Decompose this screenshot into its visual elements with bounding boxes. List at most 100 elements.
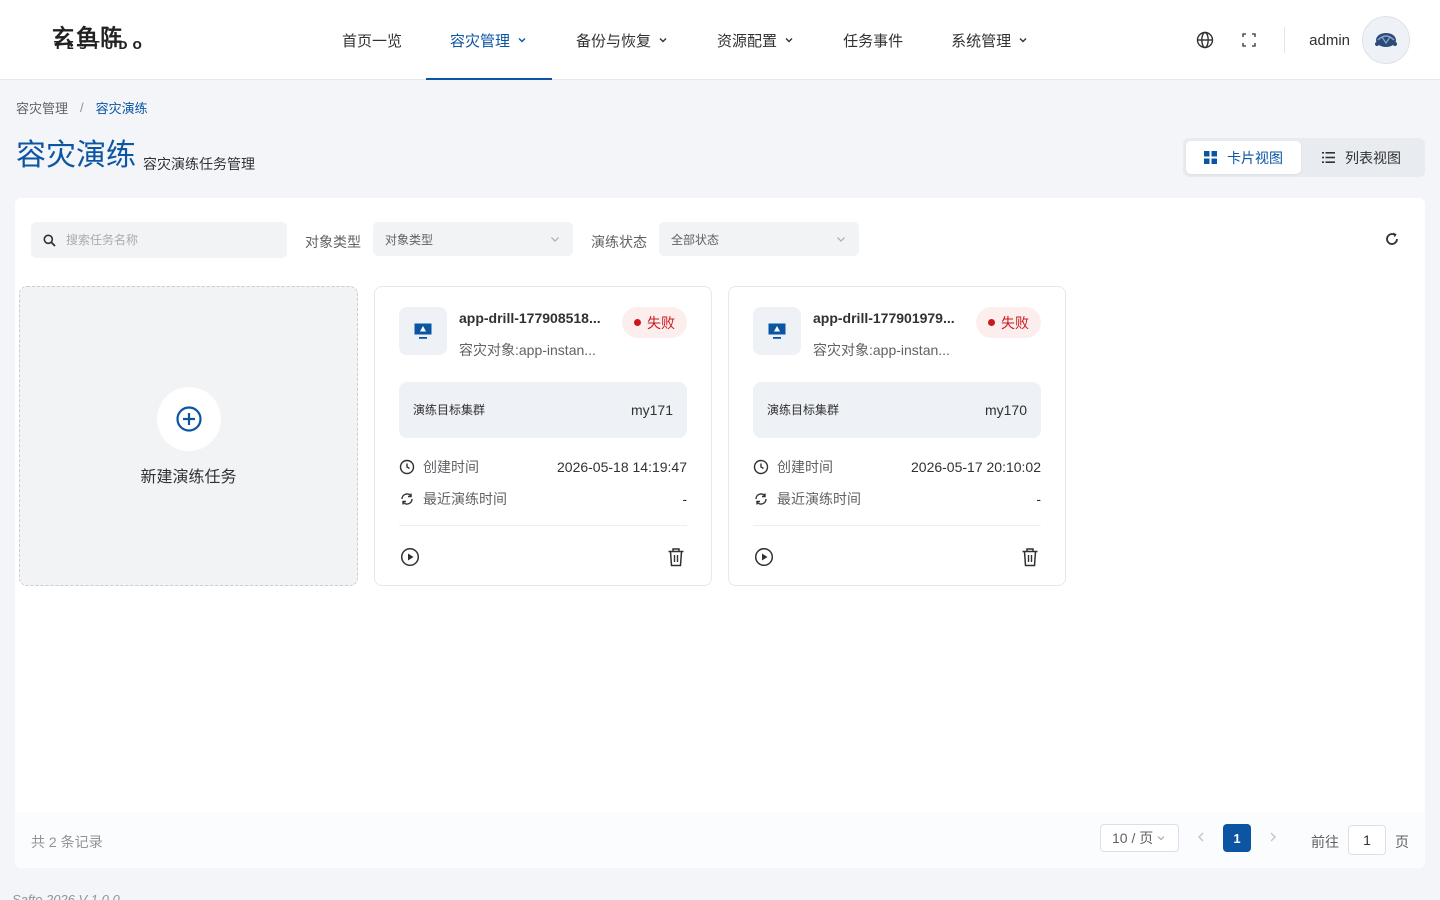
page-size-select[interactable]: 10 / 页 — [1100, 824, 1179, 852]
goto-suffix: 页 — [1395, 834, 1409, 850]
next-page-icon[interactable] — [1267, 830, 1279, 844]
globe-icon[interactable] — [1194, 29, 1216, 51]
chevron-down-icon — [1019, 38, 1027, 43]
search-box[interactable] — [31, 222, 287, 258]
avatar[interactable] — [1362, 16, 1410, 64]
target-value: app-instan... — [518, 342, 596, 358]
view-switch: 卡片视图 列表视图 — [1183, 138, 1425, 177]
created-value: 2026-05-18 14:19:47 — [557, 459, 687, 475]
goto-prefix: 前往 — [1311, 834, 1339, 850]
chevron-down-icon — [837, 237, 845, 242]
cluster-value: my170 — [984, 402, 1027, 418]
task-card[interactable]: app-drill-177908518... 容灾对象:app-instan..… — [374, 286, 712, 586]
chevron-down-icon — [1157, 836, 1165, 841]
new-task-label: 新建演练任务 — [140, 469, 237, 486]
search-input[interactable] — [66, 233, 266, 247]
cluster-box: 演练目标集群 my170 — [753, 382, 1041, 438]
drill-status-select[interactable]: 全部状态 — [659, 222, 859, 256]
nav-item-label: 资源配置 — [717, 32, 778, 50]
nav-item-label: 系统管理 — [951, 32, 1012, 50]
card-view-label: 卡片视图 — [1227, 149, 1283, 166]
sync-icon — [401, 493, 413, 505]
last-drill-value: - — [1036, 491, 1041, 507]
object-type-select[interactable]: 对象类型 — [373, 222, 573, 256]
task-name[interactable]: app-drill-177908518... — [459, 310, 609, 326]
cluster-label: 演练目标集群 — [413, 403, 486, 417]
trash-icon — [1022, 548, 1038, 567]
cluster-box: 演练目标集群 my171 — [399, 382, 687, 438]
page-number-current[interactable]: 1 — [1223, 824, 1251, 852]
run-drill-button[interactable] — [400, 547, 420, 567]
cluster-value: my171 — [630, 402, 673, 418]
created-label: 创建时间 — [423, 459, 479, 475]
username[interactable]: admin — [1309, 32, 1350, 49]
run-drill-button[interactable] — [754, 547, 774, 567]
nav-item-resource-config[interactable]: 资源配置 — [693, 0, 819, 80]
prev-page-icon[interactable] — [1195, 830, 1207, 844]
created-value: 2026-05-17 20:10:02 — [911, 459, 1041, 475]
task-target: 容灾对象:app-instan... — [459, 340, 614, 360]
main-panel: 对象类型 对象类型 演练状态 全部状态 新建演练任务 app-drill-177… — [15, 198, 1425, 868]
play-circle-icon — [400, 547, 420, 567]
status-text: 失败 — [647, 314, 675, 331]
list-view-label: 列表视图 — [1345, 149, 1401, 166]
task-name[interactable]: app-drill-177901979... — [813, 310, 963, 326]
breadcrumb: 容灾管理 / 容灾演练 — [16, 98, 148, 117]
total-records: 共 2 条记录 — [31, 834, 103, 850]
nav-item-disaster-recovery[interactable]: 容灾管理 — [426, 0, 553, 80]
fullscreen-icon[interactable] — [1238, 29, 1260, 51]
last-drill-row: 最近演练时间 - — [753, 489, 1041, 509]
target-label: 容灾对象: — [459, 342, 519, 358]
object-type-value: 对象类型 — [385, 232, 434, 247]
status-dot — [634, 319, 641, 326]
nav-item-home[interactable]: 首页一览 — [318, 0, 426, 80]
target-value: app-instan... — [872, 342, 950, 358]
nav-item-backup-restore[interactable]: 备份与恢复 — [552, 0, 693, 80]
last-drill-label: 最近演练时间 — [423, 491, 507, 507]
sync-icon — [755, 493, 767, 505]
delete-button[interactable] — [666, 547, 686, 567]
status-badge: 失败 — [976, 307, 1041, 338]
last-drill-label: 最近演练时间 — [777, 491, 861, 507]
grid-icon — [1204, 151, 1217, 164]
card-view-button[interactable]: 卡片视图 — [1186, 141, 1301, 174]
cluster-label: 演练目标集群 — [767, 403, 840, 417]
status-dot — [988, 319, 995, 326]
logo[interactable]: 玄鱼阵 TESTUDO — [52, 26, 172, 54]
target-label: 容灾对象: — [813, 342, 873, 358]
task-target: 容灾对象:app-instan... — [813, 340, 968, 360]
card-divider — [399, 525, 687, 526]
object-type-label: 对象类型 — [305, 234, 361, 250]
clock-icon — [753, 459, 769, 475]
task-card[interactable]: app-drill-177901979... 容灾对象:app-instan..… — [728, 286, 1066, 586]
new-task-card[interactable]: 新建演练任务 — [19, 286, 358, 586]
chevron-down-icon — [518, 38, 526, 43]
last-drill-value: - — [682, 491, 687, 507]
goto-page-input[interactable] — [1348, 825, 1386, 855]
nav-item-task-events[interactable]: 任务事件 — [819, 0, 927, 80]
plus-circle-icon — [176, 406, 202, 432]
nav-item-label: 备份与恢复 — [576, 32, 652, 50]
header-actions: admin — [1172, 16, 1410, 64]
list-view-button[interactable]: 列表视图 — [1301, 141, 1422, 174]
clock-icon — [399, 459, 415, 475]
top-header: 玄鱼阵 TESTUDO 首页一览 容灾管理 备份与恢复 资源配置 任务事件 系统… — [0, 0, 1440, 80]
breadcrumb-parent[interactable]: 容灾管理 — [16, 98, 68, 117]
chevron-down-icon — [785, 38, 793, 43]
play-circle-icon — [754, 547, 774, 567]
delete-button[interactable] — [1020, 547, 1040, 567]
monitor-icon — [399, 307, 447, 355]
copyright: Safto 2026 V 1.0.0 — [12, 892, 120, 900]
nav-item-label: 容灾管理 — [450, 32, 511, 50]
page-subtitle: 容灾演练任务管理 — [143, 156, 255, 172]
logo-sub-text: TESTUDO — [54, 39, 147, 52]
created-time-row: 创建时间 2026-05-18 14:19:47 — [399, 457, 687, 477]
search-icon — [43, 234, 56, 247]
trash-icon — [668, 548, 684, 567]
page-title: 容灾演练 — [16, 139, 136, 172]
last-drill-row: 最近演练时间 - — [399, 489, 687, 509]
main-nav: 首页一览 容灾管理 备份与恢复 资源配置 任务事件 系统管理 — [318, 0, 1053, 80]
refresh-button[interactable] — [1383, 230, 1401, 248]
add-circle — [157, 387, 221, 451]
nav-item-system-management[interactable]: 系统管理 — [927, 0, 1053, 80]
